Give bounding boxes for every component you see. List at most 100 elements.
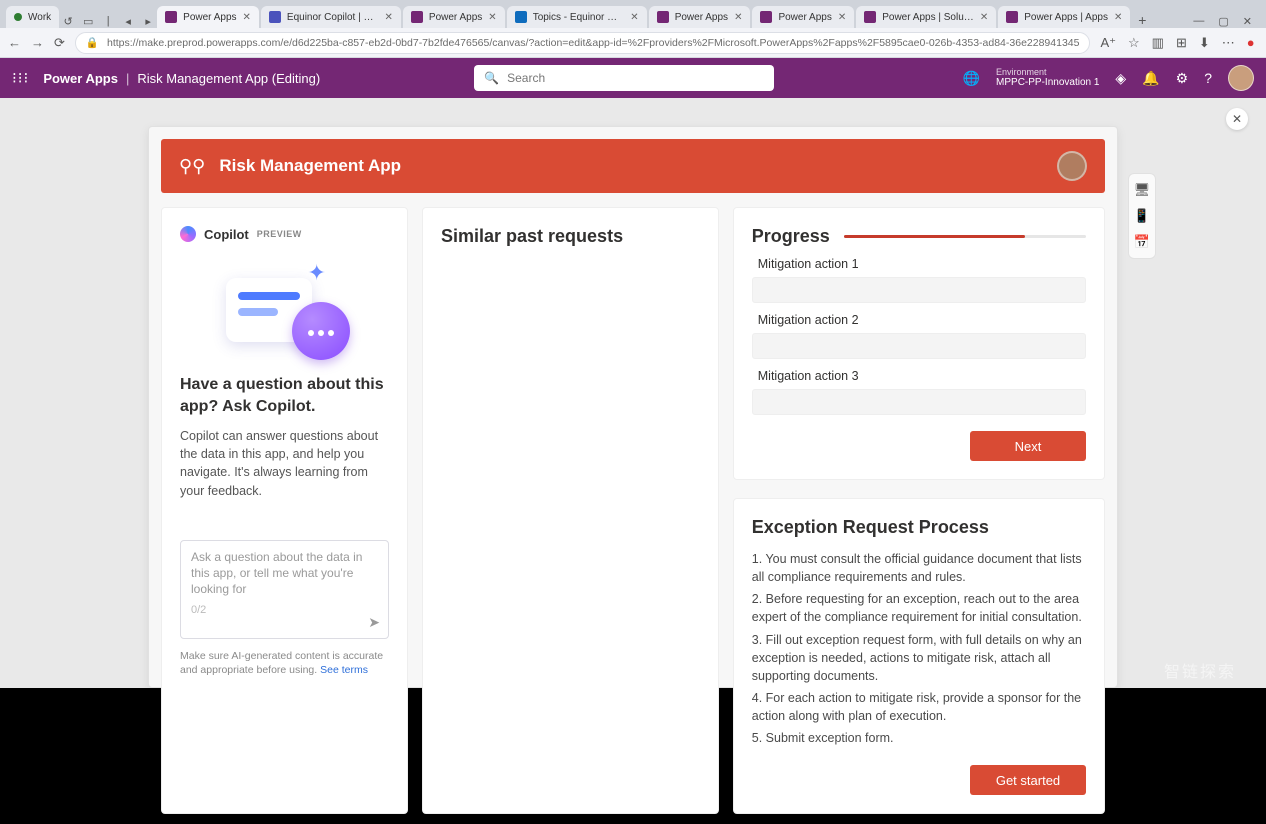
nav-next-icon[interactable]: ▸: [141, 14, 155, 28]
app-logo-icon: ⚲⚲: [179, 156, 205, 177]
address-bar[interactable]: 🔒 https://make.preprod.powerapps.com/e/d…: [75, 32, 1091, 54]
exception-step: 4. For each action to mitigate risk, pro…: [752, 689, 1086, 725]
mitigation-input[interactable]: [752, 389, 1086, 415]
browser-tab[interactable]: Power Apps✕: [649, 6, 751, 28]
history-icon[interactable]: ↺: [61, 14, 75, 28]
global-search[interactable]: 🔍 Search: [474, 65, 774, 91]
tab-close-icon[interactable]: ✕: [734, 12, 742, 23]
copilot-preview-badge: PREVIEW: [257, 229, 302, 239]
tab-favicon-icon: [515, 11, 527, 23]
tab-favicon-icon: [864, 11, 876, 23]
tab-label: Power Apps: [183, 12, 236, 23]
tab-close-icon[interactable]: ✕: [838, 12, 846, 23]
device-calendar-icon[interactable]: 📅: [1134, 234, 1150, 250]
site-lock-icon: 🔒: [86, 36, 99, 49]
browser-tab[interactable]: Equinor Copilot | Microsoft Tea…✕: [261, 6, 401, 28]
tab-label: Power Apps: [429, 12, 482, 23]
progress-bar: [844, 235, 1086, 238]
product-name[interactable]: Power Apps: [43, 71, 118, 86]
environment-picker[interactable]: Environment MPPC-PP-Innovation 1: [996, 68, 1099, 89]
copilot-input[interactable]: Ask a question about the data in this ap…: [180, 540, 389, 639]
copilot-terms-link[interactable]: See terms: [320, 664, 368, 676]
new-tab-button[interactable]: +: [1132, 12, 1152, 28]
exception-step: 5. Submit exception form.: [752, 729, 1086, 747]
progress-heading: Progress: [752, 226, 830, 247]
copilot-send-icon[interactable]: ➤: [368, 613, 380, 632]
settings-gear-icon[interactable]: ⚙: [1176, 70, 1189, 87]
search-placeholder: Search: [507, 71, 545, 85]
environment-name: MPPC-PP-Innovation 1: [996, 77, 1099, 88]
browser-tab[interactable]: Power Apps | Solutions - Equin… ✕: [856, 6, 996, 28]
tab-label: Power Apps | Apps: [1024, 12, 1108, 23]
mitigation-input[interactable]: [752, 277, 1086, 303]
tab-close-icon[interactable]: ✕: [630, 12, 638, 23]
environment-label: Environment: [996, 68, 1099, 78]
device-desktop-icon[interactable]: 🖥: [1134, 182, 1151, 198]
mitigation-label: Mitigation action 1: [758, 257, 1086, 271]
forward-button[interactable]: →: [31, 35, 44, 50]
breadcrumb: Power Apps | Risk Management App (Editin…: [43, 71, 320, 86]
tab-favicon-icon: [1006, 11, 1018, 23]
extensions-icon[interactable]: ⊞: [1176, 35, 1187, 51]
url-text: https://make.preprod.powerapps.com/e/d6d…: [107, 37, 1079, 49]
copilot-header: Copilot PREVIEW: [180, 226, 389, 242]
profile-red-dot-icon[interactable]: ●: [1247, 35, 1255, 50]
workspace-color-dot: [14, 13, 22, 21]
help-icon[interactable]: ?: [1204, 70, 1212, 86]
browser-tab[interactable]: Power Apps✕: [752, 6, 854, 28]
tab-close-icon[interactable]: ✕: [243, 12, 251, 23]
app-launcher-icon[interactable]: ⁝⁝⁝: [12, 69, 29, 87]
refresh-button[interactable]: ⟳: [54, 35, 65, 51]
copilot-footer: Make sure AI-generated content is accura…: [180, 649, 389, 677]
user-avatar[interactable]: [1228, 65, 1254, 91]
tab-close-icon[interactable]: ✕: [385, 12, 393, 23]
copilot-input-placeholder: Ask a question about the data in this ap…: [191, 550, 362, 596]
window-maximize-icon[interactable]: ▢: [1218, 15, 1228, 28]
chat-bubble-icon: [292, 302, 350, 360]
app-user-avatar[interactable]: [1057, 151, 1087, 181]
tab-label: Power Apps | Solutions - Equin…: [882, 12, 974, 23]
similar-requests-heading: Similar past requests: [441, 226, 700, 247]
collections-icon[interactable]: ▭: [81, 14, 95, 28]
tab-favicon-icon: [165, 11, 177, 23]
tab-favicon-icon: [657, 11, 669, 23]
copilot-heading: Have a question about this app? Ask Copi…: [180, 374, 389, 417]
more-icon[interactable]: ⋯: [1222, 35, 1235, 51]
tab-close-icon[interactable]: ✕: [980, 12, 988, 23]
favorites-icon[interactable]: ☆: [1128, 35, 1140, 51]
environment-icon[interactable]: 🌐: [963, 70, 980, 87]
mitigation-input[interactable]: [752, 333, 1086, 359]
columns: Copilot PREVIEW ✦ Have a question about …: [149, 207, 1117, 824]
breadcrumb-separator: |: [126, 71, 129, 86]
app-stage: ⚲⚲ Risk Management App Copilot PREVIEW ✦: [148, 126, 1118, 688]
diamond-icon[interactable]: ◈: [1115, 70, 1126, 87]
tabstrip-leading-icons: ↺ ▭ | ◂ ▸: [61, 14, 155, 28]
get-started-button[interactable]: Get started: [970, 765, 1086, 795]
browser-tab[interactable]: Power Apps ✕: [157, 6, 259, 28]
nav-prev-icon[interactable]: ◂: [121, 14, 135, 28]
next-button[interactable]: Next: [970, 431, 1086, 461]
read-aloud-icon[interactable]: A⁺: [1100, 35, 1116, 51]
notifications-icon[interactable]: 🔔: [1142, 70, 1159, 87]
browser-tab[interactable]: Power Apps | Apps ✕: [998, 6, 1130, 28]
exception-heading: Exception Request Process: [752, 517, 1086, 538]
window-close-icon[interactable]: ✕: [1243, 15, 1252, 28]
back-button[interactable]: ←: [8, 35, 21, 50]
preview-close-button[interactable]: ✕: [1226, 108, 1248, 130]
collections-btn-icon[interactable]: ▥: [1152, 35, 1164, 51]
breadcrumb-app[interactable]: Risk Management App (Editing): [137, 71, 320, 86]
copilot-name: Copilot: [204, 227, 249, 242]
browser-tab[interactable]: Power Apps ✕: [403, 6, 505, 28]
workspace-chip[interactable]: Work: [6, 6, 59, 28]
downloads-icon[interactable]: ⬇: [1199, 35, 1210, 51]
tab-close-icon[interactable]: ✕: [488, 12, 496, 23]
progress-header: Progress: [752, 226, 1086, 247]
similar-requests-panel: Similar past requests: [422, 207, 719, 814]
browser-tab[interactable]: Topics - Equinor Copilot | Powe…✕: [507, 6, 647, 28]
device-phone-icon[interactable]: 📱: [1134, 208, 1150, 224]
copilot-logo-icon: [180, 226, 196, 242]
tab-close-icon[interactable]: ✕: [1114, 12, 1122, 23]
window-minimize-icon[interactable]: —: [1193, 15, 1204, 28]
search-icon: 🔍: [484, 71, 499, 85]
copilot-body: Copilot can answer questions about the d…: [180, 427, 389, 500]
